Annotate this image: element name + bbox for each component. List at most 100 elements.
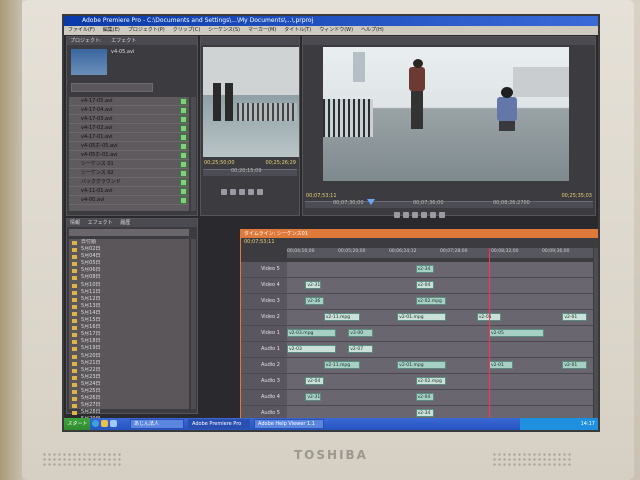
browser-folder-item[interactable]: 5月04日: [69, 253, 189, 260]
track-header[interactable]: Audio 1: [241, 342, 287, 357]
tab-history[interactable]: 履歴: [120, 220, 130, 226]
menu-item-5[interactable]: マーカー(M): [248, 27, 276, 33]
menu-item-3[interactable]: クリップ(C): [173, 27, 200, 33]
project-item[interactable]: バックグラウンド: [69, 178, 189, 187]
tab-timeline[interactable]: タイムライン: シーケンス01: [244, 231, 308, 237]
timeline-clip[interactable]: v2-01: [562, 361, 587, 369]
browser-folder-item[interactable]: 5月11日: [69, 289, 189, 296]
browser-folder-item[interactable]: 5月25日: [69, 388, 189, 395]
timeline-clip[interactable]: v2-36: [305, 297, 324, 305]
browser-folder-item[interactable]: 日付順: [69, 239, 189, 246]
prog-step-back-button[interactable]: [394, 212, 400, 218]
ie-icon[interactable]: [92, 420, 99, 427]
browser-folder-item[interactable]: 5月17日: [69, 331, 189, 338]
start-button[interactable]: スタート: [64, 418, 90, 430]
timeline-clip[interactable]: v2-11.mpg: [323, 361, 361, 369]
project-item-checkbox[interactable]: [180, 197, 187, 204]
prog-play-button[interactable]: [403, 212, 409, 218]
prog-extract-button[interactable]: [430, 212, 436, 218]
timeline-clip[interactable]: v2-34: [415, 409, 434, 417]
timeline-clip[interactable]: v2-31: [305, 393, 321, 401]
tab-info[interactable]: 情報: [70, 220, 80, 226]
timeline-ruler[interactable]: 00;04;16;00 00;05;20;00 00;06;24;12 00;07;2…: [287, 248, 593, 258]
track-header[interactable]: Video 4: [241, 278, 287, 293]
browser-folder-item[interactable]: 5月28日: [69, 409, 189, 416]
timeline-clip[interactable]: v2-34: [415, 265, 434, 273]
track-header[interactable]: Audio 3: [241, 374, 287, 389]
project-search-field[interactable]: [71, 83, 153, 92]
browser-folder-item[interactable]: 5月20日: [69, 353, 189, 360]
project-item-checkbox[interactable]: [180, 152, 187, 159]
loop-button[interactable]: [248, 189, 254, 195]
project-item-checkbox[interactable]: [180, 98, 187, 105]
menu-item-2[interactable]: プロジェクト(P): [128, 27, 165, 33]
timeline-clip[interactable]: v2-31: [305, 281, 321, 289]
play-button[interactable]: [230, 189, 236, 195]
menu-item-1[interactable]: 編集(E): [103, 27, 120, 33]
project-item-checkbox[interactable]: [180, 116, 187, 123]
browser-folder-item[interactable]: 5月13日: [69, 303, 189, 310]
browser-folder-item[interactable]: 5月16日: [69, 324, 189, 331]
project-item[interactable]: シーケンス 02: [69, 169, 189, 178]
project-item-checkbox[interactable]: [180, 179, 187, 186]
project-item-checkbox[interactable]: [180, 170, 187, 177]
step-back-button[interactable]: [221, 189, 227, 195]
tab-effects[interactable]: エフェクト: [111, 38, 136, 44]
menu-item-6[interactable]: タイトル(T): [284, 27, 311, 33]
prog-lift-button[interactable]: [421, 212, 427, 218]
browser-search-field[interactable]: [69, 229, 189, 236]
prog-export-frame-button[interactable]: [439, 212, 445, 218]
task-item-premiere[interactable]: Adobe Premiere Pro: [188, 419, 250, 429]
browser-folder-item[interactable]: 5月12日: [69, 296, 189, 303]
media-icon[interactable]: [101, 420, 108, 427]
timeline-clip[interactable]: v3-00: [348, 329, 373, 337]
project-item-checkbox[interactable]: [180, 107, 187, 114]
menu-item-0[interactable]: ファイル(F): [68, 27, 95, 33]
browser-folder-item[interactable]: 5月18日: [69, 338, 189, 345]
menu-item-7[interactable]: ウィンドウ(W): [319, 27, 353, 33]
timeline-clip[interactable]: v2-03: [287, 345, 336, 353]
timeline-clip[interactable]: v2-01.mpg: [397, 361, 447, 369]
project-item[interactable]: v4-05ホ-05.avi: [69, 142, 189, 151]
clip-thumbnail[interactable]: [71, 49, 107, 75]
browser-scrollbar[interactable]: [191, 239, 196, 409]
browser-folder-item[interactable]: 5月10日: [69, 282, 189, 289]
prog-step-forward-button[interactable]: [412, 212, 418, 218]
timeline-clip[interactable]: v2-01.mpg: [397, 313, 447, 321]
project-item[interactable]: v4-17-02.avi: [69, 124, 189, 133]
project-item[interactable]: v4-17-04.avi: [69, 106, 189, 115]
timeline-clip[interactable]: v2-04: [415, 393, 434, 401]
tab-effects-2[interactable]: エフェクト: [88, 220, 113, 226]
project-item[interactable]: v4-00.avi: [69, 196, 189, 205]
browser-folder-item[interactable]: 5月15日: [69, 317, 189, 324]
timeline-clip[interactable]: v2-04: [305, 377, 324, 385]
track-header[interactable]: Video 5: [241, 262, 287, 277]
timeline-clip[interactable]: v2-07: [348, 345, 373, 353]
browser-folder-item[interactable]: 5月21日: [69, 360, 189, 367]
project-item[interactable]: v4-11-01.avi: [69, 187, 189, 196]
track-header[interactable]: Audio 2: [241, 358, 287, 373]
timeline-clip[interactable]: v2-02.mpg: [415, 297, 447, 305]
browser-folder-item[interactable]: 5月31日: [69, 431, 189, 432]
desktop-icon[interactable]: [110, 420, 117, 427]
project-item-checkbox[interactable]: [180, 161, 187, 168]
tab-project[interactable]: プロジェクト:: [70, 38, 102, 44]
browser-folder-item[interactable]: 5月22日: [69, 367, 189, 374]
browser-folder-item[interactable]: 5月23日: [69, 374, 189, 381]
track-header[interactable]: Video 2: [241, 310, 287, 325]
timeline-playhead[interactable]: [488, 248, 490, 428]
timeline-clip[interactable]: v2-11.mpg: [323, 313, 361, 321]
browser-folder-item[interactable]: 5月08日: [69, 274, 189, 281]
timeline-clip[interactable]: v2-02.mpg: [415, 377, 447, 385]
browser-folder-item[interactable]: 5月14日: [69, 310, 189, 317]
track-header[interactable]: Video 3: [241, 294, 287, 309]
browser-folder-item[interactable]: 5月27日: [69, 402, 189, 409]
program-playhead-marker[interactable]: [367, 199, 375, 205]
task-item-1[interactable]: あじん法人: [130, 419, 184, 429]
project-item-checkbox[interactable]: [180, 143, 187, 150]
timeline-clip[interactable]: v2-01: [488, 361, 514, 369]
project-item-checkbox[interactable]: [180, 125, 187, 132]
track-header[interactable]: Audio 4: [241, 390, 287, 405]
menu-item-4[interactable]: シーケンス(S): [208, 27, 240, 33]
project-item-checkbox[interactable]: [180, 134, 187, 141]
